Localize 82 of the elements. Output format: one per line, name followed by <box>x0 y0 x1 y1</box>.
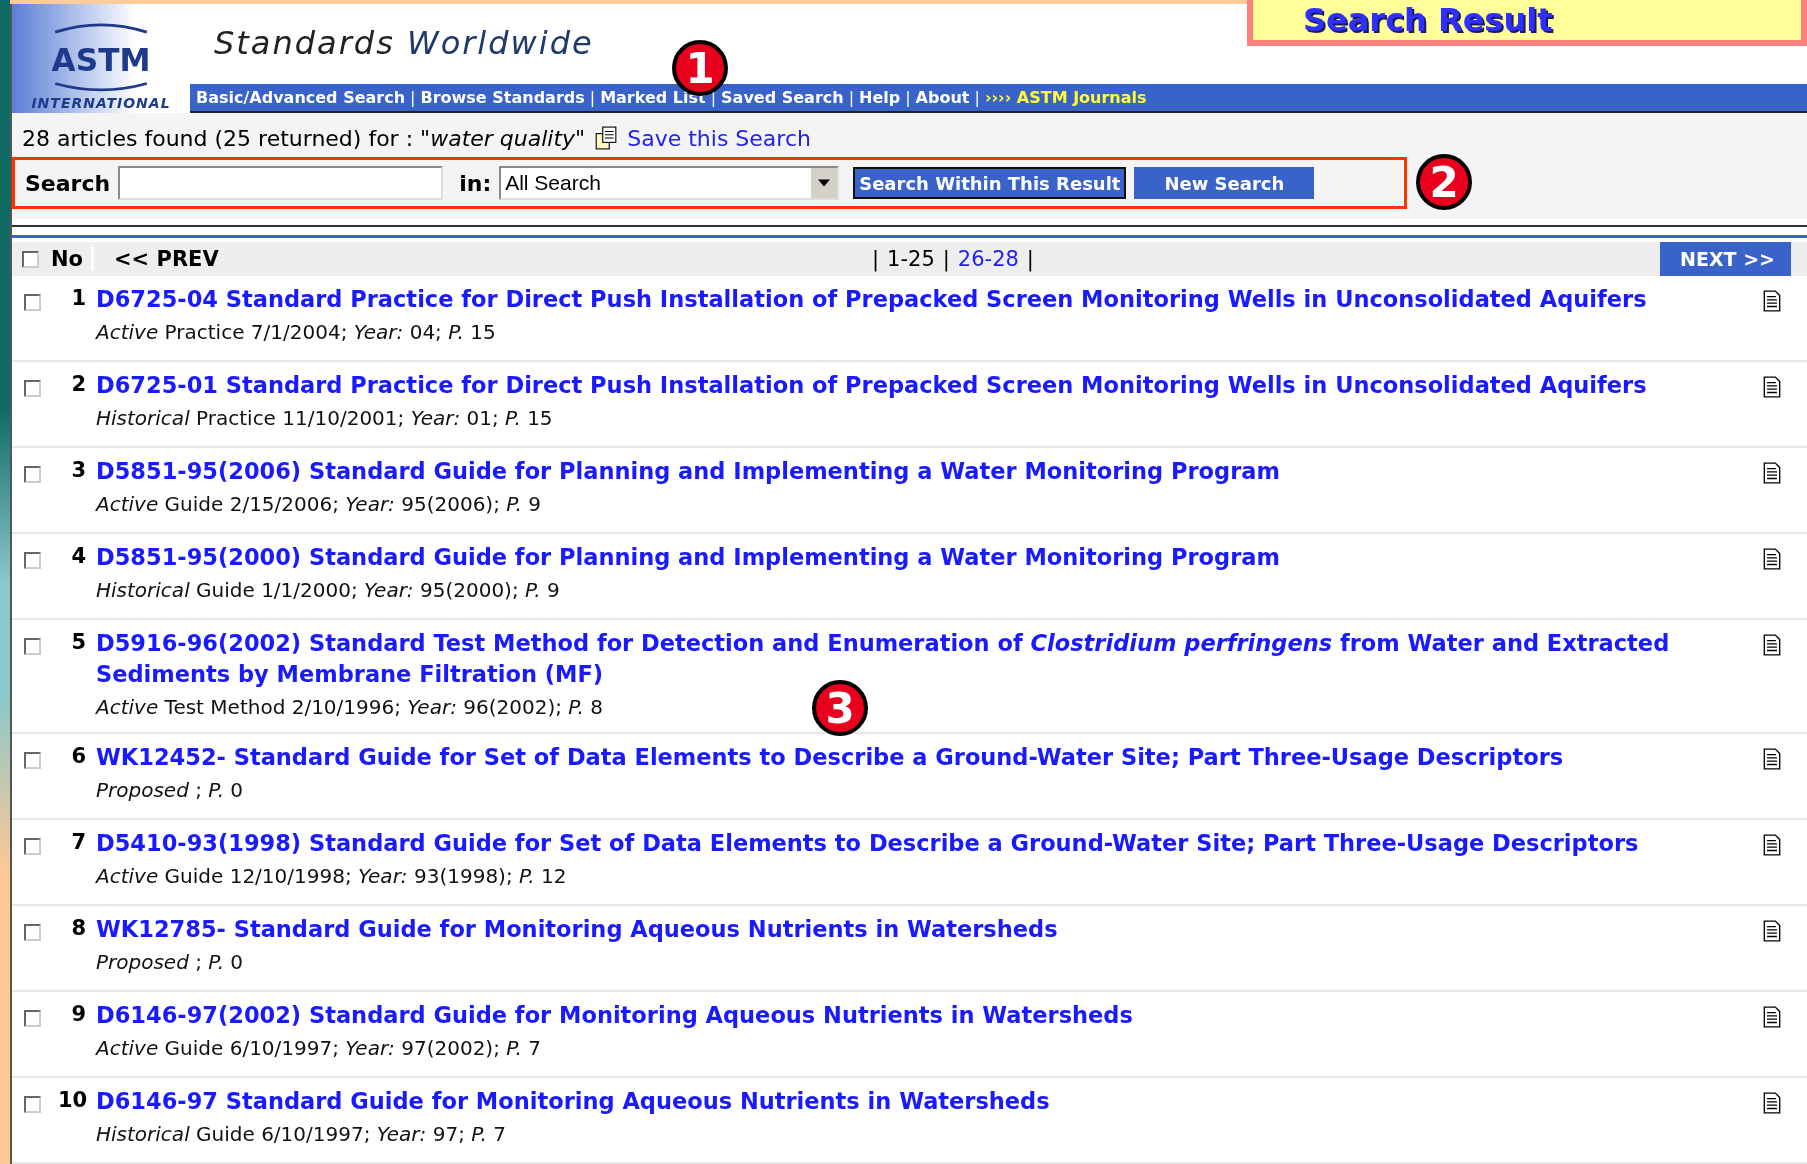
prev-link[interactable]: << PREV <box>94 247 219 271</box>
scope-label: in: <box>459 170 492 196</box>
result-checkbox[interactable] <box>24 638 41 655</box>
nav-separator: | <box>410 88 416 108</box>
result-details: Active Guide 6/10/1997; Year: 97(2002); P. 7 <box>96 1035 542 1062</box>
nav-separator: | <box>589 88 596 108</box>
result-checkbox[interactable] <box>24 924 41 941</box>
result-number: 6 <box>70 743 87 770</box>
document-icon[interactable] <box>1763 462 1781 484</box>
result-number: 3 <box>70 457 87 484</box>
result-details: Proposed ; P. 0 <box>96 949 244 976</box>
result-details: Active Guide 2/15/2006; Year: 95(2006); P. 9 <box>96 491 542 518</box>
result-checkbox[interactable] <box>24 552 41 569</box>
nav-link[interactable]: ›››› ASTM Journals <box>984 88 1147 108</box>
result-title-link[interactable]: D5410-93(1998) Standard Guide for Set of Data Elements to Describe a Ground-Water Site; Part Three-Usage Descriptors <box>96 828 1763 859</box>
result-checkbox[interactable] <box>24 1096 41 1113</box>
slide-title: Search Result <box>1247 0 1807 46</box>
document-icon[interactable] <box>1763 1006 1781 1028</box>
pager-separator: | <box>1026 247 1034 271</box>
result-title-link[interactable]: D6146-97 Standard Guide for Monitoring Aqueous Nutrients in Watersheds <box>96 1086 1763 1117</box>
nav-separator: | <box>974 88 980 108</box>
document-icon[interactable] <box>1763 376 1781 398</box>
nav-separator: | <box>905 88 911 108</box>
next-button[interactable]: NEXT >> <box>1660 242 1791 276</box>
result-title-link[interactable]: WK12452- Standard Guide for Set of Data Elements to Describe a Ground-Water Site; Part Three-Usage Descriptors <box>96 742 1763 773</box>
result-checkbox[interactable] <box>24 1010 41 1027</box>
result-number: 1 <box>70 285 87 312</box>
result-checkbox[interactable] <box>24 466 41 483</box>
result-title-link[interactable]: D6725-01 Standard Practice for Direct Push Installation of Prepacked Screen Monitoring Wells in Unconsolidated Aquifers <box>96 370 1763 401</box>
result-details: Historical Practice 11/10/2001; Year: 01; P. 15 <box>96 405 553 432</box>
page-range-link[interactable]: 26-28 <box>957 247 1019 271</box>
scope-dropdown[interactable]: All Search <box>499 166 840 201</box>
result-title-link[interactable]: D6146-97(2002) Standard Guide for Monitoring Aqueous Nutrients in Watersheds <box>96 1000 1763 1031</box>
result-details: Active Guide 12/10/1998; Year: 93(1998); P. 12 <box>96 863 567 890</box>
result-title-link[interactable]: D5851-95(2000) Standard Guide for Planning and Implementing a Water Monitoring Program <box>96 542 1763 573</box>
result-details: Historical Guide 1/1/2000; Year: 95(2000); P. 9 <box>96 577 560 604</box>
document-icon[interactable] <box>1763 834 1781 856</box>
save-search-link[interactable]: Save this Search <box>627 125 811 151</box>
result-details: Historical Guide 6/10/1997; Year: 97; P. 7 <box>96 1121 506 1148</box>
search-field[interactable] <box>118 166 444 201</box>
result-checkbox[interactable] <box>24 380 41 397</box>
results-summary: 28 articles found (25 returned) for : "water quality" <box>22 125 586 151</box>
result-number: 2 <box>70 371 87 398</box>
column-header: No <box>39 247 94 271</box>
tagline: Standards Worldwide <box>213 23 594 62</box>
dropdown-icon <box>818 179 831 188</box>
result-title-link[interactable]: WK12785- Standard Guide for Monitoring Aqueous Nutrients in Watersheds <box>96 914 1763 945</box>
result-number: 7 <box>70 829 87 856</box>
result-checkbox[interactable] <box>24 294 41 311</box>
nav-link[interactable]: Help <box>859 88 901 108</box>
search-label: Search <box>25 170 111 196</box>
document-icon[interactable] <box>1763 748 1781 770</box>
result-details: Active Test Method 2/10/1996; Year: 96(2002); P. 8 <box>96 694 604 721</box>
nav-link[interactable]: Browse Standards <box>420 88 585 108</box>
result-details: Proposed ; P. 0 <box>96 777 244 804</box>
search-within-button[interactable]: Search Within This Result <box>853 167 1127 200</box>
result-title-link[interactable]: D5851-95(2006) Standard Guide for Planning and Implementing a Water Monitoring Program <box>96 456 1763 487</box>
result-number: 10 <box>58 1087 89 1114</box>
document-icon[interactable] <box>1763 920 1781 942</box>
nav-link[interactable]: About <box>915 88 970 108</box>
pager-separator: | <box>942 247 950 271</box>
pager-separator: | <box>872 247 880 271</box>
callout-marker: 3 <box>812 680 868 736</box>
result-number: 9 <box>70 1001 87 1028</box>
result-number: 8 <box>70 915 87 942</box>
result-title-link[interactable]: D6725-04 Standard Practice for Direct Push Installation of Prepacked Screen Monitoring Wells in Unconsolidated Aquifers <box>96 284 1763 315</box>
document-icon[interactable] <box>1763 548 1781 570</box>
nav-link[interactable]: Basic/Advanced Search <box>196 88 406 108</box>
result-number: 4 <box>70 543 87 570</box>
save-icon <box>595 126 618 151</box>
new-search-button[interactable]: New Search <box>1134 167 1315 200</box>
page-range-link[interactable]: 1-25 <box>887 247 935 271</box>
logo-caption: INTERNATIONAL <box>31 95 171 112</box>
result-details: Active Practice 7/1/2004; Year: 04; P. 15 <box>96 319 496 346</box>
document-icon[interactable] <box>1763 634 1781 656</box>
document-icon[interactable] <box>1763 1092 1781 1114</box>
document-icon[interactable] <box>1763 290 1781 312</box>
result-checkbox[interactable] <box>24 752 41 769</box>
nav-separator: | <box>848 88 855 108</box>
select-all-checkbox[interactable] <box>22 250 39 268</box>
result-number: 5 <box>70 629 87 656</box>
result-checkbox[interactable] <box>24 838 41 855</box>
